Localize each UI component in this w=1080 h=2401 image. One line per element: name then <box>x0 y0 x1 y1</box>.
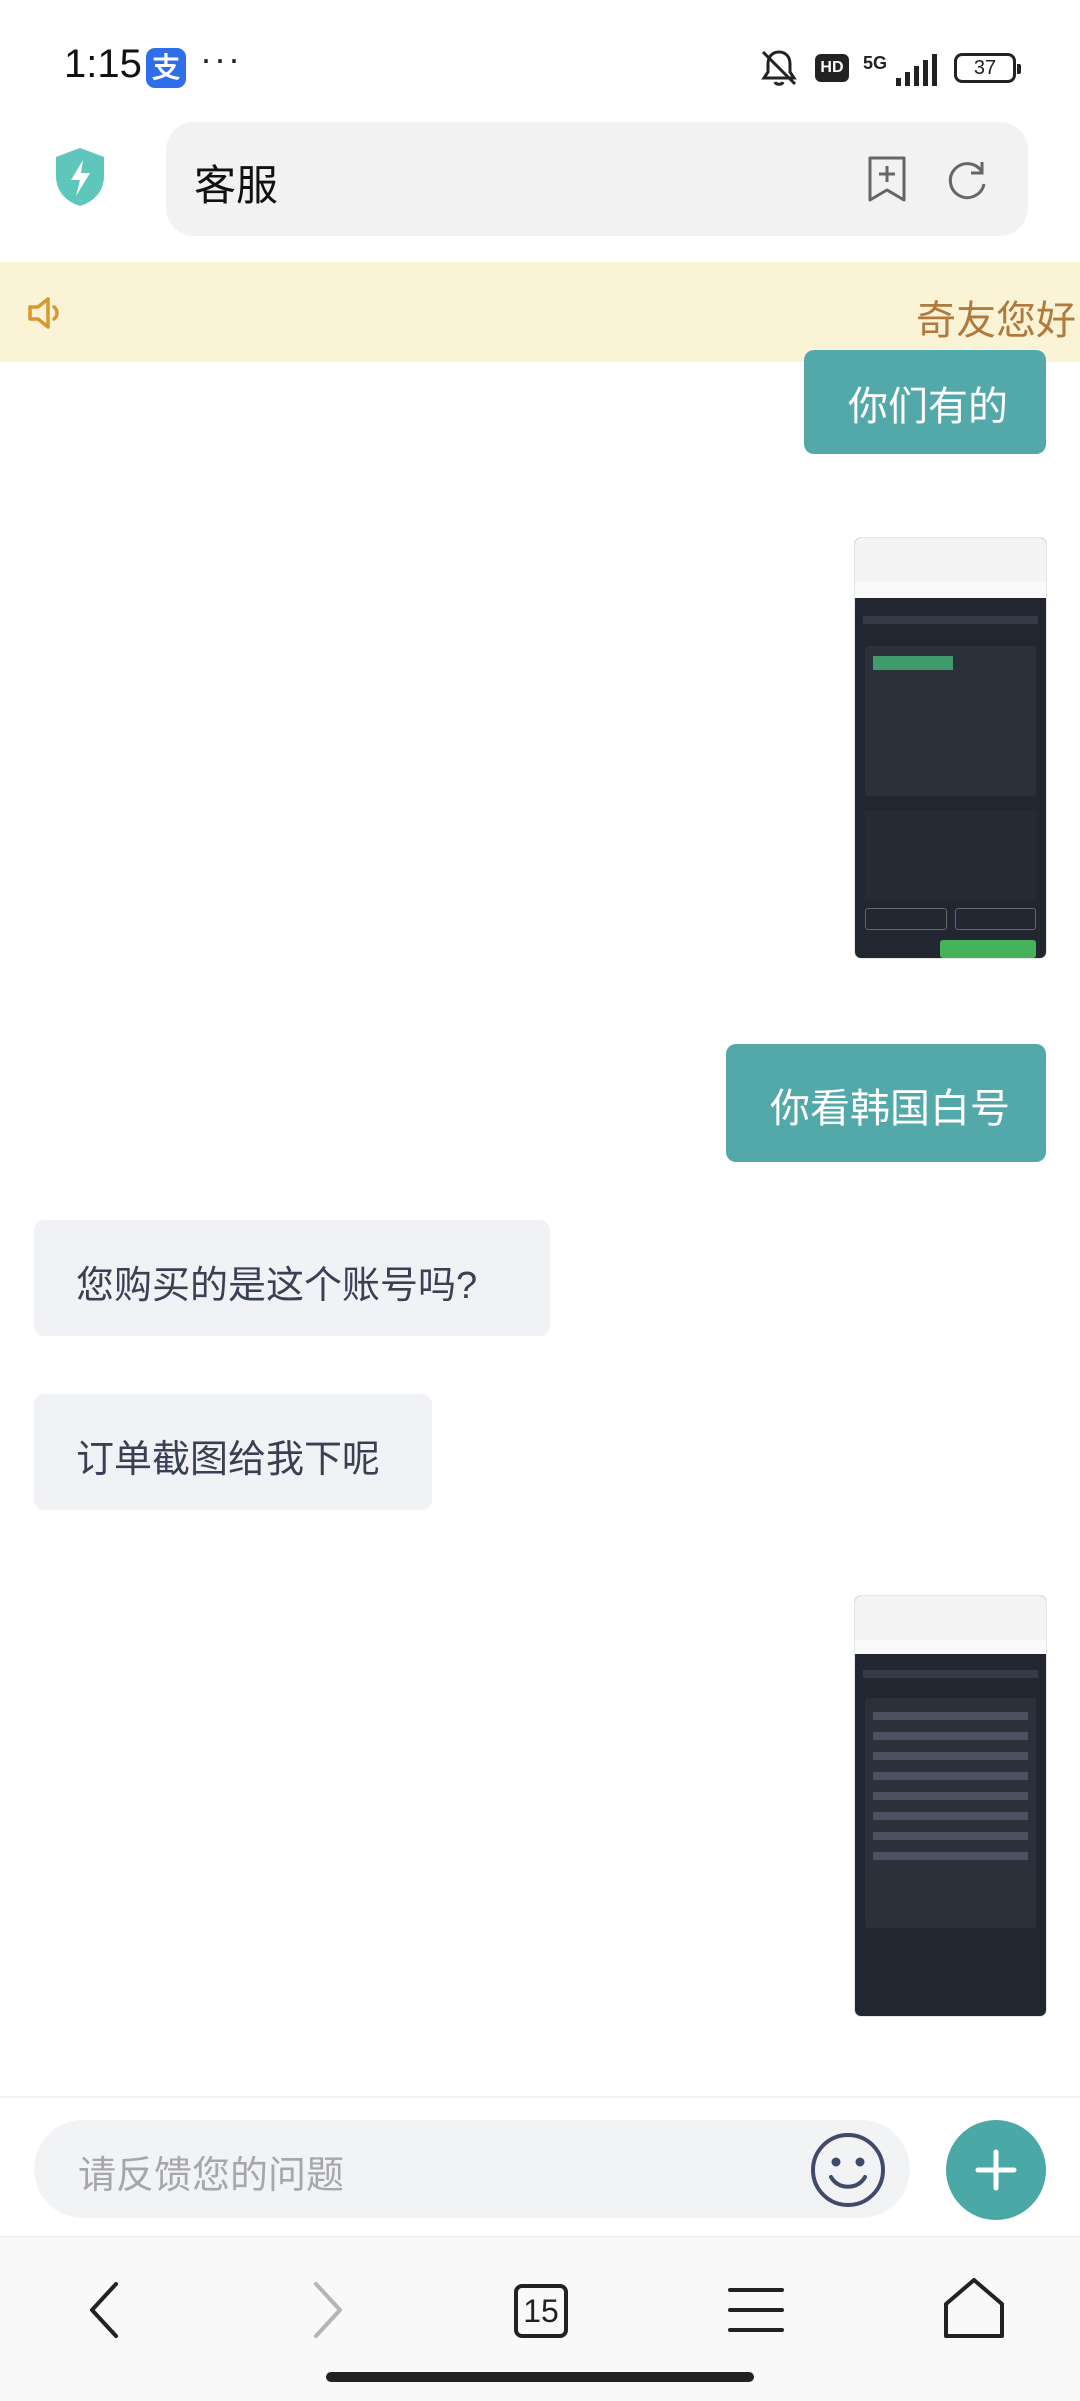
chat-bubble-outgoing: 你看韩国白号 <box>726 1044 1046 1162</box>
status-time: 1:15 <box>64 42 142 86</box>
bookmark-add-icon[interactable] <box>862 154 912 204</box>
chat-image-screenshot[interactable] <box>855 1596 1046 2016</box>
announcement-text: 奇友您好 <box>916 299 1076 343</box>
mute-bell-icon <box>761 50 797 86</box>
page-title: 客服 <box>194 162 279 209</box>
speaker-icon <box>28 297 59 329</box>
composer-divider <box>0 2096 1080 2098</box>
status-right: HD 5G 37 <box>757 46 1021 90</box>
tabs-button[interactable]: 15 <box>514 2284 568 2338</box>
battery-indicator: 37 <box>954 53 1021 83</box>
message-input-placeholder: 请反馈您的问题 <box>78 2155 345 2197</box>
chat-bubble-outgoing: 你们有的 <box>804 350 1046 454</box>
home-icon[interactable] <box>934 2270 1014 2350</box>
chat-bubble-incoming: 订单截图给我下呢 <box>34 1394 432 1510</box>
gesture-home-indicator <box>326 2372 754 2382</box>
add-attachment-button[interactable] <box>946 2120 1046 2220</box>
hd-badge: HD <box>814 54 849 82</box>
back-icon[interactable] <box>66 2270 146 2350</box>
refresh-icon[interactable] <box>942 154 992 204</box>
network-indicator: 5G <box>863 48 940 88</box>
emoji-icon[interactable] <box>808 2130 888 2210</box>
chat-bubble-incoming: 您购买的是这个账号吗? <box>34 1220 550 1336</box>
more-notifications-icon: ··· <box>200 38 242 79</box>
menu-icon[interactable] <box>716 2270 796 2350</box>
network-label: 5G <box>862 53 887 73</box>
chat-image-screenshot[interactable] <box>855 538 1046 958</box>
forward-icon[interactable] <box>286 2270 366 2350</box>
signal-icon <box>896 54 937 86</box>
alipay-icon: 支 <box>146 48 186 88</box>
plus-icon <box>975 2149 1017 2191</box>
shield-bolt-icon[interactable] <box>52 146 108 208</box>
